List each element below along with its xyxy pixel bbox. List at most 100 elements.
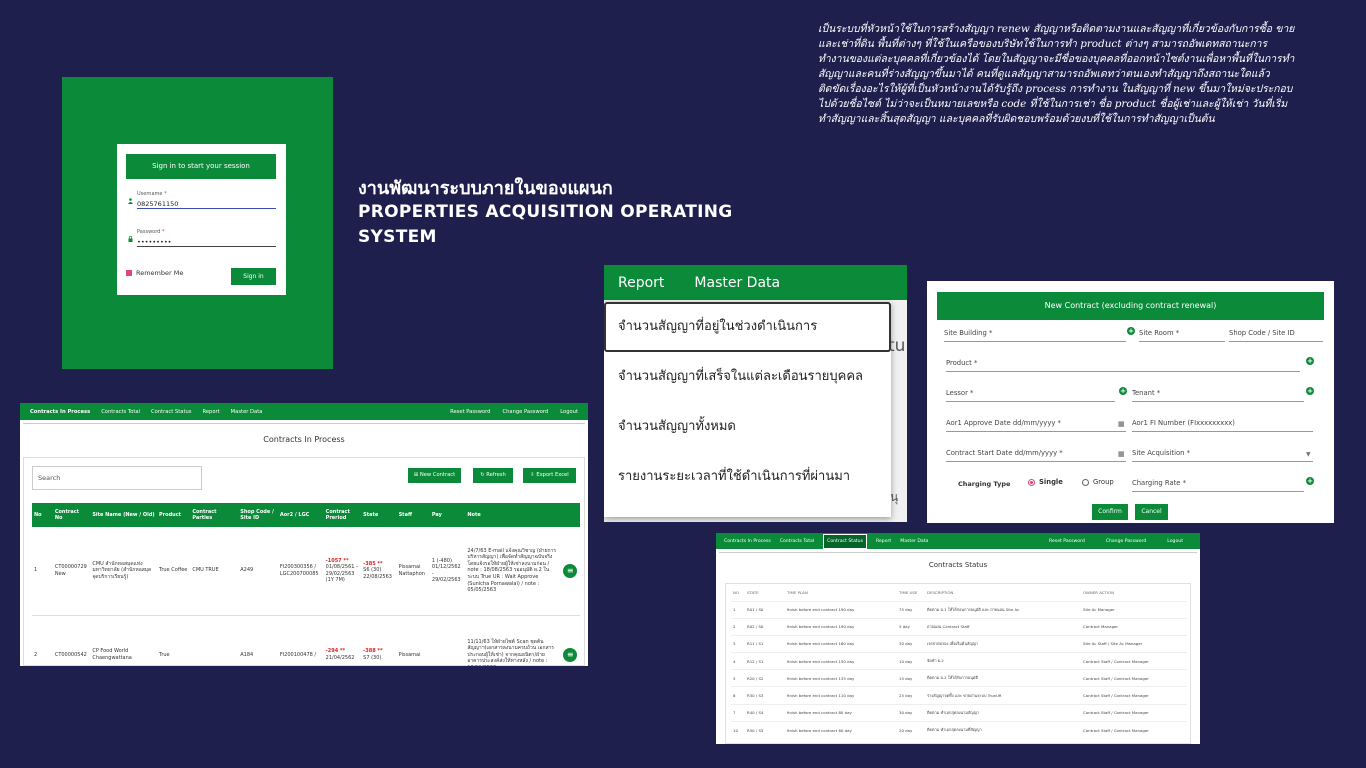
cell-product: True Coffee xyxy=(157,527,191,616)
contracts-status-screenshot: Contracts In Process Contracts Total Con… xyxy=(716,533,1200,744)
nav-reset-password[interactable]: Reset Password xyxy=(450,409,490,415)
confirm-button[interactable]: Confirm xyxy=(1092,504,1128,520)
cell-no: 1 xyxy=(32,527,53,616)
charging-type-label: Charging Type xyxy=(958,480,1011,488)
cell-parties: CMU TRUE xyxy=(190,527,239,616)
cancel-button[interactable]: Cancel xyxy=(1135,504,1168,520)
cell-contract-no: CT00000542 xyxy=(52,615,91,666)
table-cell: 25 day xyxy=(897,686,925,705)
new-contract-screenshot: New Contract (excluding contract renewal… xyxy=(927,281,1334,523)
nav-contract-status[interactable]: Contract Status xyxy=(151,409,192,415)
table-cell: ติดตาม ทำเอกสุดลงนามที่สัญญา xyxy=(925,720,1081,739)
search-input[interactable]: Search xyxy=(32,466,202,490)
add-charging-rate-icon[interactable]: + xyxy=(1306,477,1314,485)
cell-no: 2 xyxy=(32,615,53,666)
export-icon: ⇩ xyxy=(530,472,535,478)
username-input[interactable]: 0825761150 xyxy=(137,200,276,209)
table-cell: finish before end contract 110 day xyxy=(785,686,897,705)
calendar-icon[interactable]: ▦ xyxy=(1118,420,1125,428)
aor1-date-field[interactable]: Aor1 Approve Date dd/mm/yyyy * xyxy=(946,419,1126,432)
report-tab[interactable]: Report xyxy=(618,275,664,291)
chevron-down-icon[interactable]: ▼ xyxy=(1306,451,1311,458)
nav-contracts-total[interactable]: Contracts Total xyxy=(101,409,140,415)
table-row: 2 CT00000542 CP Food World Chaengwattana… xyxy=(32,615,580,666)
report-top-bar: Report Master Data xyxy=(604,265,907,300)
table-cell: R50 / S5 xyxy=(745,720,785,739)
table-cell: 4 xyxy=(731,652,745,670)
master-data-tab[interactable]: Master Data xyxy=(694,275,780,291)
table-cell: ถ่ายแผน Contract Staff xyxy=(925,617,1081,636)
password-input[interactable]: ••••••••• xyxy=(137,238,276,247)
remember-me[interactable]: Remember Me xyxy=(126,269,183,277)
table-cell: finish before end contract 190 day xyxy=(785,617,897,636)
aor1-fi-field[interactable]: Aor1 FI Number (FIxxxxxxxxx) xyxy=(1132,419,1313,432)
nav-logout[interactable]: Logout xyxy=(1167,539,1183,544)
user-icon xyxy=(128,198,133,204)
menu-item-all-contracts[interactable]: จำนวนสัญญาทั้งหมด xyxy=(604,402,891,452)
add-lessor-icon[interactable]: + xyxy=(1119,387,1127,395)
charging-rate-field[interactable]: Charging Rate * xyxy=(1132,479,1304,492)
radio-on-icon xyxy=(1028,478,1035,486)
cell-site: CMU สำนักหอสมุดแห่งมหาวิทยาลัย (สำนักหอส… xyxy=(90,527,157,616)
lessor-field[interactable]: Lessor * xyxy=(946,389,1115,402)
table-row: 4 R12 / S1 finish before end contract 150 … xyxy=(731,652,1187,670)
table-cell: R11 / S1 xyxy=(745,634,785,653)
start-date-field[interactable]: Contract Start Date dd/mm/yyyy * xyxy=(946,449,1126,462)
peek-text-2: นุ xyxy=(890,490,899,504)
menu-item-in-process[interactable]: จำนวนสัญญาที่อยู่ในช่วงดำเนินการ xyxy=(604,302,891,352)
table-cell: 1 xyxy=(731,600,745,619)
menu-item-monthly-by-person[interactable]: จำนวนสัญญาที่เสร็จในแต่ละเดือนรายบุคคล xyxy=(604,352,891,402)
status-table-box: NO STATE TIME PLAN TIME USE DESCRIPTION … xyxy=(725,583,1191,744)
add-product-icon[interactable]: + xyxy=(1306,357,1314,365)
signin-button[interactable]: Sign in xyxy=(231,268,276,285)
calendar-icon[interactable]: ▦ xyxy=(1118,450,1125,458)
add-tenant-icon[interactable]: + xyxy=(1306,387,1314,395)
table-cell: finish before end contract 60 day xyxy=(785,720,897,739)
single-radio[interactable]: Single xyxy=(1028,478,1063,486)
nav-master-data[interactable]: Master Data xyxy=(231,409,263,415)
col-no: NO xyxy=(733,589,739,595)
more-icon[interactable]: ≡ xyxy=(563,648,578,662)
col-contract-period: Contract Preriod xyxy=(323,503,362,527)
new-contract-button[interactable]: ⊞ New Contract xyxy=(408,468,461,483)
menu-item-duration-report[interactable]: รายงานระยะเวลาที่ใช้ดำเนินการที่ผ่านมา xyxy=(604,452,891,502)
remember-checkbox[interactable] xyxy=(126,270,132,276)
table-row: 3 R11 / S1 finish before end contract 160 … xyxy=(731,634,1187,653)
table-cell: finish before end contract 160 day xyxy=(785,634,897,653)
nav-contracts-in-process[interactable]: Contracts In Process xyxy=(724,539,771,544)
cell-aor: FI200100478 / xyxy=(277,615,324,666)
report-dropdown: จำนวนสัญญาที่อยู่ในช่วงดำเนินการ จำนวนสั… xyxy=(604,302,891,517)
nav-report[interactable]: Report xyxy=(876,539,891,544)
table-cell: 30 day xyxy=(897,703,925,722)
add-site-building-icon[interactable]: + xyxy=(1127,327,1135,335)
nav-change-password[interactable]: Change Password xyxy=(1106,539,1147,544)
nav-reset-password[interactable]: Reset Password xyxy=(1049,539,1085,544)
group-radio[interactable]: Group xyxy=(1082,478,1114,486)
cell-period: -1057 ** 01/08/2561 - 29/02/2563 (1Y 7M) xyxy=(323,527,362,616)
site-acquisition-select[interactable]: Site Acquisition * xyxy=(1132,449,1313,462)
export-excel-button[interactable]: ⇩ Export Excel xyxy=(523,468,576,483)
nav-contracts-in-process[interactable]: Contracts In Process xyxy=(30,409,90,415)
refresh-button[interactable]: ↻ Refresh xyxy=(473,468,513,483)
cell-staff: Pissamai Nattaphon xyxy=(396,527,430,616)
shop-code-field[interactable]: Shop Code / Site ID xyxy=(1229,329,1323,342)
contracts-table-box: Search ⊞ New Contract ↻ Refresh ⇩ Export… xyxy=(23,457,585,666)
table-cell: Contract Staff / Contract Manager xyxy=(1081,669,1187,687)
page-title: Contracts In Process xyxy=(23,423,585,455)
col-note: Note xyxy=(465,503,562,527)
nav-contracts-total[interactable]: Contracts Total xyxy=(780,539,814,544)
more-icon[interactable]: ≡ xyxy=(563,563,578,578)
product-field[interactable]: Product * xyxy=(946,359,1300,372)
cell-note: 24/7/63 E-mail แจ้งคุณวิชาญ (ฝ่ายการบริห… xyxy=(465,527,562,616)
nav-report[interactable]: Report xyxy=(202,409,219,415)
nav-master-data[interactable]: Master Data xyxy=(900,539,928,544)
nav-logout[interactable]: Logout xyxy=(560,409,578,415)
site-building-field[interactable]: Site Building * xyxy=(944,329,1126,342)
table-cell: 3 xyxy=(731,634,745,653)
tenant-field[interactable]: Tenant * xyxy=(1132,389,1304,402)
nav-contract-status[interactable]: Contract Status xyxy=(823,533,867,549)
new-contract-header: New Contract (excluding contract renewal… xyxy=(937,292,1324,320)
nav-change-password[interactable]: Change Password xyxy=(502,409,548,415)
cell-state: -388 ** S7 (30) xyxy=(361,615,397,666)
site-room-field[interactable]: Site Room * xyxy=(1139,329,1225,342)
